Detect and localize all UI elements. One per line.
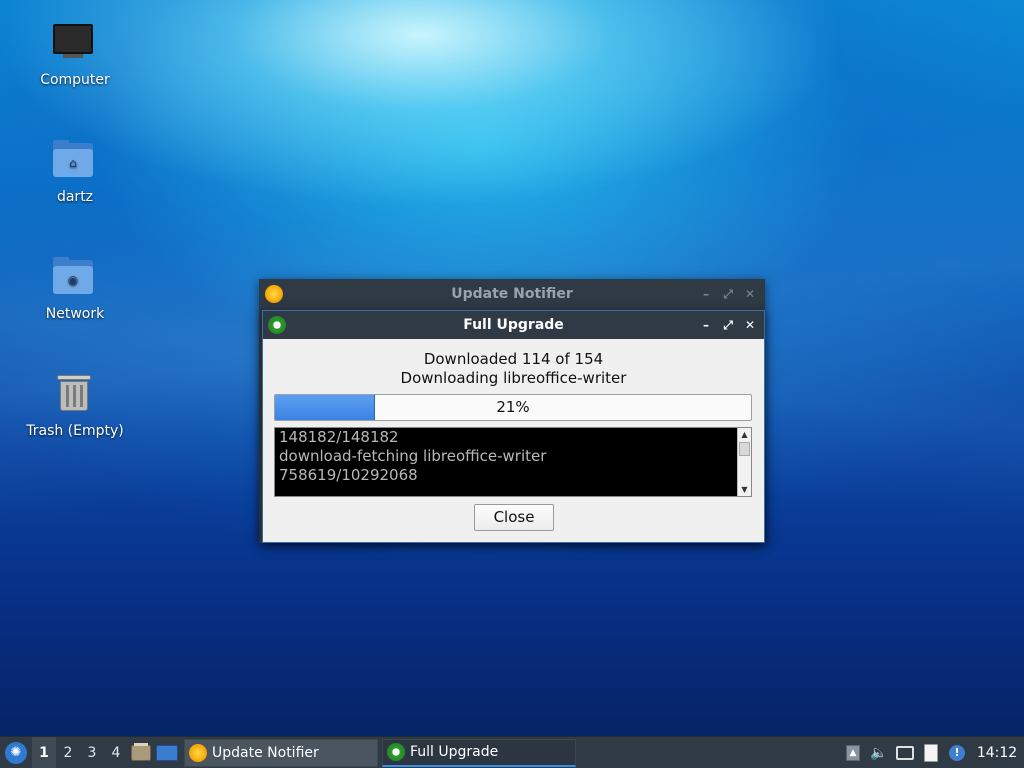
close-window-button[interactable]: ✕ [742,286,758,302]
progress-label: 21% [496,398,530,416]
task-label: Update Notifier [212,744,319,761]
log-line: 758619/10292068 [279,466,418,484]
log-scrollbar[interactable]: ▲ ▼ [737,428,751,496]
minimize-button[interactable]: – [698,286,714,302]
download-count-text: Downloaded 114 of 154 [423,350,604,368]
workspace-3[interactable]: 3 [80,737,104,768]
update-notifier-titlebar[interactable]: Update Notifier – ⤢ ✕ [260,280,764,308]
minimize-button[interactable]: – [698,317,714,333]
scroll-thumb[interactable] [739,442,750,456]
volume-icon[interactable]: 🔈 [866,737,892,768]
trash-icon [51,371,99,419]
log-line: 148182/148182 [279,428,399,446]
task-update-notifier[interactable]: Update Notifier [184,738,378,767]
tray-expand-icon[interactable]: ▲ [840,737,866,768]
desktop-icon-network[interactable]: ◉ Network [20,254,130,322]
file-manager-launcher[interactable] [128,737,154,768]
window-title: Update Notifier [451,286,573,302]
network-folder-icon: ◉ [51,254,99,302]
close-window-button[interactable]: ✕ [742,317,758,333]
file-manager-icon [131,742,151,761]
lubuntu-logo-icon: ✺ [5,741,27,764]
task-full-upgrade[interactable]: Full Upgrade [382,738,576,767]
full-upgrade-titlebar[interactable]: Full Upgrade – ⤢ ✕ [263,311,764,339]
computer-icon [51,20,99,68]
window-title: Full Upgrade [463,317,564,333]
desktop-icon-trash[interactable]: Trash (Empty) [20,371,130,439]
task-label: Full Upgrade [410,744,499,760]
network-icon[interactable] [892,737,918,768]
workspace-1[interactable]: 1 [32,736,56,768]
gear-icon [268,316,286,334]
close-button[interactable]: Close [474,504,554,531]
workspace-2[interactable]: 2 [56,737,80,768]
taskbar: ✺ 1 2 3 4 Update Notifier Full Upgrade ▲… [0,736,1024,768]
maximize-button[interactable]: ⤢ [720,317,736,333]
show-desktop-button[interactable] [154,737,180,768]
desktop-icon-label: dartz [56,189,94,205]
show-desktop-icon [156,744,178,761]
workspace-4[interactable]: 4 [104,737,128,768]
maximize-button[interactable]: ⤢ [720,286,736,302]
clock[interactable]: 14:12 [970,745,1024,761]
progress-bar: 21% [274,394,752,421]
desktop-icon-label: Network [45,306,105,322]
desktop-icon-home[interactable]: ⌂ dartz [20,137,130,205]
home-folder-icon: ⌂ [51,137,99,185]
desktop-icon-label: Computer [40,72,110,88]
scroll-up-icon[interactable]: ▲ [738,428,751,441]
gear-icon [387,743,405,761]
log-output[interactable]: 148182/148182 download-fetching libreoff… [274,427,752,497]
start-menu-button[interactable]: ✺ [0,737,32,768]
desktop-icon-label: Trash (Empty) [26,423,124,439]
scroll-down-icon[interactable]: ▼ [738,483,751,496]
download-status: Downloaded 114 of 154 Downloading libreo… [263,350,764,388]
update-notifier-icon [189,743,207,762]
desktop-icon-computer[interactable]: Computer [20,20,130,88]
update-notification-icon[interactable]: ! [944,737,970,768]
log-line: download-fetching libreoffice-writer [279,447,547,465]
full-upgrade-window[interactable]: Full Upgrade – ⤢ ✕ Downloaded 114 of 154… [262,310,765,543]
downloading-package-text: Downloading libreoffice-writer [400,369,627,387]
system-tray: ▲ 🔈 ! 14:12 [840,737,1024,768]
clipboard-icon[interactable] [918,737,944,768]
update-notifier-icon [265,285,283,303]
